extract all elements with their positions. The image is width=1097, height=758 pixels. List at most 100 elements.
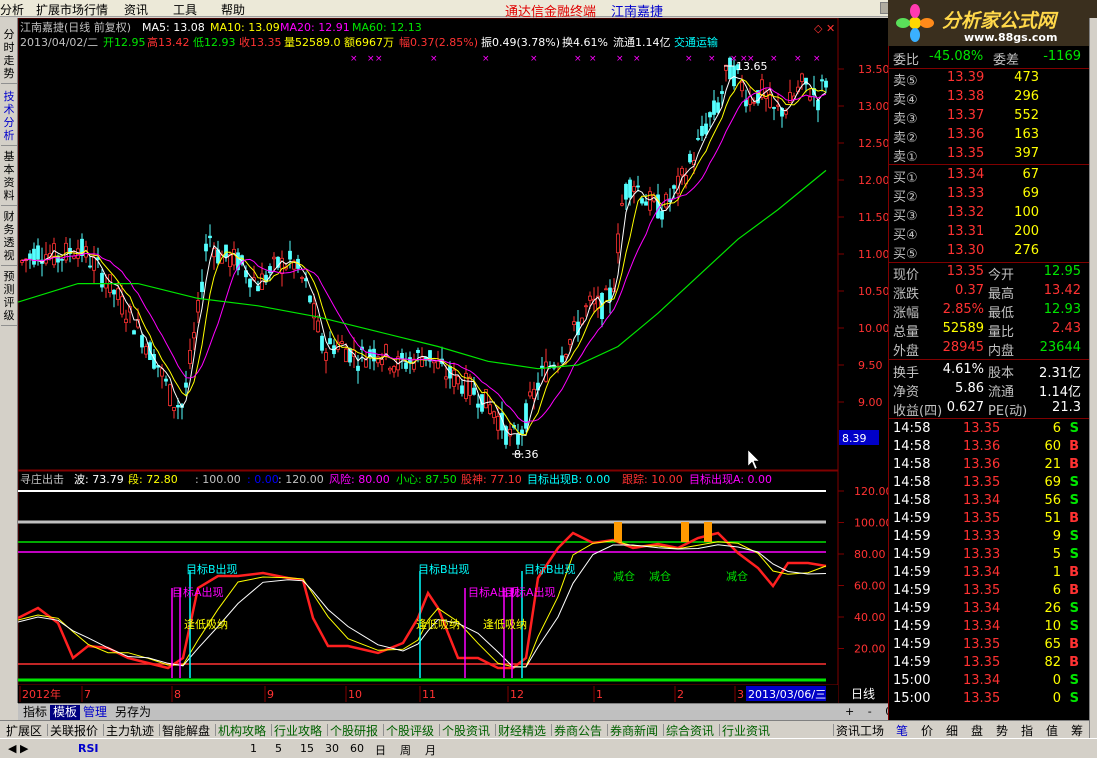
right-tab[interactable]: 笔 <box>896 722 908 739</box>
indicator-tick-label: 60.00 <box>854 580 886 593</box>
ask-row[interactable]: 卖① 13.35 397 <box>889 146 1089 165</box>
candle-body <box>604 288 608 291</box>
candle-body <box>120 296 124 315</box>
bottom-tab[interactable]: 财经精选 <box>498 722 546 739</box>
date-tick-label: 1 <box>596 688 603 701</box>
zoom-in-button[interactable]: + <box>845 705 854 718</box>
bottom-tab[interactable]: 主力轨迹 <box>106 722 154 739</box>
signal-mark: × <box>589 54 597 64</box>
chart-area[interactable]: 江南嘉捷(日线 前复权) MA5: 13.08 MA10: 13.09 MA20… <box>18 18 888 703</box>
label-reduce: 减仓 <box>726 569 748 583</box>
right-tab[interactable]: 指 <box>1021 722 1033 739</box>
indicator-lines <box>18 531 827 670</box>
bid-row[interactable]: 买② 13.33 69 <box>889 186 1089 205</box>
right-tab[interactable]: 值 <box>1046 722 1058 739</box>
ma20-label: MA20: 12.91 <box>280 21 350 34</box>
candle-body <box>340 341 344 344</box>
period-button[interactable]: 30 <box>325 742 339 755</box>
tab-basic-info[interactable]: 基本资料 <box>1 148 17 206</box>
candle-body <box>208 235 212 239</box>
template-button[interactable]: 模板 <box>50 705 81 720</box>
bottom-tab[interactable]: 资讯工场 <box>836 722 884 739</box>
vertical-scrollbar[interactable] <box>1089 18 1097 738</box>
menu-tools[interactable]: 工具 <box>173 1 197 18</box>
bottom-tab[interactable]: 机构攻略 <box>218 722 266 739</box>
right-tab[interactable]: 价 <box>921 722 933 739</box>
menu-extended-market[interactable]: 扩展市场行情 <box>36 1 108 18</box>
bid-row[interactable]: 买④ 13.31 200 <box>889 224 1089 243</box>
candle-body <box>708 112 712 118</box>
candle-body <box>184 382 188 388</box>
candle-body <box>524 403 528 429</box>
period-button[interactable]: 周 <box>400 742 411 758</box>
price-axis: 13.50 13.00 12.50 12.00 11.50 11.00 10.50 10.00… <box>838 63 888 409</box>
candle-body <box>364 359 368 368</box>
right-tab[interactable]: 势 <box>996 722 1008 739</box>
candle-body <box>444 376 448 380</box>
ask-row[interactable]: 卖⑤ 13.39 473 <box>889 70 1089 89</box>
candle-body <box>316 320 320 333</box>
period-button[interactable]: 15 <box>300 742 314 755</box>
tab-finance[interactable]: 财务透视 <box>1 208 17 266</box>
stat-row: 涨幅 2.85% 最低 12.93 <box>893 302 1081 321</box>
period-button[interactable]: 5 <box>275 742 282 755</box>
ma60-label: MA60: 12.13 <box>352 21 422 34</box>
candle-body <box>632 185 636 192</box>
bottom-tab[interactable]: 行业资讯 <box>722 722 770 739</box>
ask-row[interactable]: 卖③ 13.37 552 <box>889 108 1089 127</box>
candle-body <box>388 367 392 371</box>
ask-row[interactable]: 卖② 13.36 163 <box>889 127 1089 146</box>
right-tab[interactable]: 筹 <box>1071 722 1083 739</box>
period-button[interactable]: 60 <box>350 742 364 755</box>
tab-technical[interactable]: 技术分析 <box>1 88 17 146</box>
bid-row[interactable]: 买① 13.34 67 <box>889 167 1089 186</box>
high-annotation: 13.65 <box>736 60 768 73</box>
right-tab[interactable]: 盘 <box>971 722 983 739</box>
bottom-tab[interactable]: 个股资讯 <box>442 722 490 739</box>
bottom-tab[interactable]: 个股评级 <box>386 722 434 739</box>
manage-button[interactable]: 管理 <box>80 705 110 720</box>
zoom-out-button[interactable]: - <box>868 705 872 718</box>
candle-body <box>624 183 628 200</box>
menu-help[interactable]: 帮助 <box>221 1 245 18</box>
indicator-tick-label: 80.00 <box>854 548 886 561</box>
label-reduce: 减仓 <box>649 569 671 583</box>
bar-low: 低12.93 <box>193 36 236 49</box>
kline-chart[interactable]: 江南嘉捷(日线 前复权) MA5: 13.08 MA10: 13.09 MA20… <box>18 18 888 703</box>
period-button[interactable]: 1 <box>250 742 257 755</box>
candlesticks <box>20 56 828 449</box>
bid-row[interactable]: 买③ 13.32 100 <box>889 205 1089 224</box>
bottom-tab[interactable]: 券商新闻 <box>610 722 658 739</box>
candle-body <box>468 376 472 396</box>
tab-intraday[interactable]: 分时走势 <box>1 26 17 84</box>
date-tick-label: 12 <box>510 688 524 701</box>
price-tick-label: 11.00 <box>858 248 888 261</box>
period-button[interactable]: 月 <box>425 742 436 758</box>
bottom-tab[interactable]: 个股研报 <box>330 722 378 739</box>
bottom-tab[interactable]: 综合资讯 <box>666 722 714 739</box>
indicator-button[interactable]: 指标 <box>20 705 50 720</box>
tab-rating[interactable]: 预测评级 <box>1 268 17 326</box>
candle-body <box>688 153 692 163</box>
bid-row[interactable]: 买⑤ 13.30 276 <box>889 243 1089 262</box>
ma5-label: MA5: 13.08 <box>142 21 205 34</box>
bottom-tab[interactable]: 行业攻略 <box>274 722 322 739</box>
ask-row[interactable]: 卖④ 13.38 296 <box>889 89 1089 108</box>
bottom-tab[interactable]: 扩展区 <box>6 722 42 739</box>
bottom-tab[interactable]: 智能解盘 <box>162 722 210 739</box>
menu-news[interactable]: 资讯 <box>124 1 148 18</box>
save-as-button[interactable]: 另存为 <box>112 705 154 720</box>
rsi-button[interactable]: RSI <box>78 742 99 755</box>
indicator-tick-label: 20.00 <box>854 643 886 656</box>
right-tab[interactable]: 细 <box>946 722 958 739</box>
indicator-follow: 跟踪: 10.00 <box>622 472 683 486</box>
price-tick-label: 11.50 <box>858 211 888 224</box>
bottom-tab[interactable]: 关联报价 <box>50 722 98 739</box>
ma10-label: MA10: 13.09 <box>210 21 280 34</box>
menu-analysis[interactable]: 分析 <box>0 1 24 18</box>
candle-body <box>572 321 576 326</box>
period-button[interactable]: 日 <box>375 742 386 758</box>
bottom-tab[interactable]: 券商公告 <box>554 722 602 739</box>
candle-body <box>112 289 116 295</box>
tab-label: 技术分析 <box>3 90 15 142</box>
